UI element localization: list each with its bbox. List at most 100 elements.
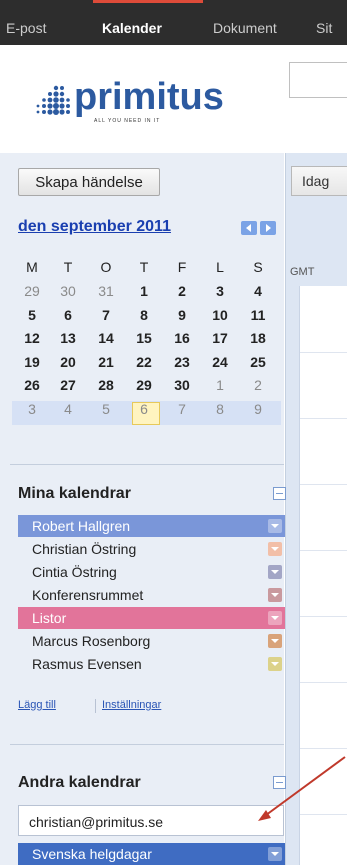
- mini-calendar-day[interactable]: 17: [208, 330, 232, 346]
- mini-calendar-day[interactable]: 1: [132, 283, 156, 299]
- calendar-item[interactable]: Christian Östring: [18, 538, 285, 560]
- calendar-item-label: Listor: [32, 610, 67, 626]
- mini-calendar-day[interactable]: 2: [170, 283, 194, 299]
- calendar-item-label: Christian Östring: [32, 541, 137, 557]
- search-input[interactable]: [289, 62, 347, 98]
- weekday-label: T: [139, 259, 149, 275]
- weekday-label: O: [100, 259, 112, 275]
- mini-calendar-day[interactable]: 2: [246, 377, 270, 393]
- mini-calendar-day[interactable]: 18: [246, 330, 270, 346]
- hour-line: [300, 616, 347, 617]
- calendar-item[interactable]: Svenska helgdagar: [18, 843, 285, 865]
- calendar-color-dropdown-icon[interactable]: [268, 634, 282, 648]
- calendar-color-dropdown-icon[interactable]: [268, 611, 282, 625]
- mini-calendar-day[interactable]: 7: [94, 307, 118, 323]
- mini-calendar-day[interactable]: 14: [94, 330, 118, 346]
- mini-calendar-day[interactable]: 19: [20, 354, 44, 370]
- mini-calendar-day[interactable]: 15: [132, 330, 156, 346]
- mini-calendar-day[interactable]: 27: [56, 377, 80, 393]
- calendar-color-dropdown-icon[interactable]: [268, 542, 282, 556]
- mini-calendar-day[interactable]: 10: [208, 307, 232, 323]
- mini-calendar-day[interactable]: 20: [56, 354, 80, 370]
- calendar-color-dropdown-icon[interactable]: [268, 657, 282, 671]
- mini-calendar-day[interactable]: 3: [208, 283, 232, 299]
- nav-documents[interactable]: Dokument: [213, 20, 277, 36]
- calendar-color-dropdown-icon[interactable]: [268, 565, 282, 579]
- mini-calendar-day[interactable]: 28: [94, 377, 118, 393]
- mini-calendar-day[interactable]: 21: [94, 354, 118, 370]
- mini-calendar-day[interactable]: 9: [246, 401, 270, 417]
- mini-calendar-day[interactable]: 31: [94, 283, 118, 299]
- mini-calendar-day[interactable]: 30: [56, 283, 80, 299]
- calendar-color-dropdown-icon[interactable]: [268, 588, 282, 602]
- calendar-item[interactable]: Cintia Östring: [18, 561, 285, 583]
- nav-sites[interactable]: Sit: [316, 20, 332, 36]
- day-grid-column[interactable]: [299, 286, 347, 865]
- mini-calendar-day[interactable]: 4: [246, 283, 270, 299]
- top-nav-bar: E-post Kalender Dokument Sit: [0, 0, 347, 45]
- divider: [10, 744, 284, 745]
- mini-calendar-day[interactable]: 24: [208, 354, 232, 370]
- create-event-button[interactable]: Skapa händelse: [18, 168, 160, 196]
- next-month-button[interactable]: [260, 221, 276, 235]
- mini-calendar-day[interactable]: 5: [94, 401, 118, 417]
- link-separator: [95, 699, 96, 713]
- mini-calendar-day[interactable]: 9: [170, 307, 194, 323]
- other-calendars-title[interactable]: Andra kalendrar: [18, 774, 141, 792]
- collapse-my-calendars-icon[interactable]: [273, 487, 286, 500]
- hour-line: [300, 814, 347, 815]
- hour-line: [300, 550, 347, 551]
- mini-calendar-day[interactable]: 11: [246, 307, 270, 323]
- hour-line: [300, 484, 347, 485]
- mini-calendar-day[interactable]: 25: [246, 354, 270, 370]
- hour-line: [300, 418, 347, 419]
- calendar-settings-link[interactable]: Inställningar: [102, 699, 161, 711]
- calendar-item[interactable]: Marcus Rosenborg: [18, 630, 285, 652]
- mini-calendar-day[interactable]: 29: [132, 377, 156, 393]
- mini-calendar-day[interactable]: 6: [132, 401, 156, 417]
- nav-email[interactable]: E-post: [6, 20, 46, 36]
- mini-calendar-day[interactable]: 8: [208, 401, 232, 417]
- add-colleague-calendar-input[interactable]: christian@primitus.se: [18, 805, 284, 836]
- chevron-right-icon: [266, 224, 271, 232]
- prev-month-button[interactable]: [241, 221, 257, 235]
- mini-calendar-day[interactable]: 3: [20, 401, 44, 417]
- calendar-item-label: Robert Hallgren: [32, 518, 131, 534]
- calendar-item[interactable]: Listor: [18, 607, 285, 629]
- calendar-item-label: Konferensrummet: [32, 587, 144, 603]
- calendar-item[interactable]: Konferensrummet: [18, 584, 285, 606]
- mini-calendar-day[interactable]: 22: [132, 354, 156, 370]
- mini-calendar-day[interactable]: 4: [56, 401, 80, 417]
- mini-calendar-day[interactable]: 30: [170, 377, 194, 393]
- mini-calendar-day[interactable]: 26: [20, 377, 44, 393]
- mini-calendar-day[interactable]: 1: [208, 377, 232, 393]
- mini-calendar-title[interactable]: den september 2011: [18, 218, 171, 236]
- add-calendar-link[interactable]: Lägg till: [18, 699, 56, 711]
- mini-calendar-day[interactable]: 7: [170, 401, 194, 417]
- calendar-color-dropdown-icon[interactable]: [268, 519, 282, 533]
- collapse-other-calendars-icon[interactable]: [273, 776, 286, 789]
- calendar-item-label: Marcus Rosenborg: [32, 633, 151, 649]
- divider: [10, 464, 284, 465]
- mini-calendar-day[interactable]: 8: [132, 307, 156, 323]
- calendar-item[interactable]: Rasmus Evensen: [18, 653, 285, 675]
- mini-calendar-day[interactable]: 16: [170, 330, 194, 346]
- my-calendars-title[interactable]: Mina kalendrar: [18, 485, 131, 503]
- nav-calendar[interactable]: Kalender: [102, 20, 162, 36]
- calendar-color-dropdown-icon[interactable]: [268, 847, 282, 861]
- weekday-label: F: [177, 259, 187, 275]
- primitus-logo[interactable]: primitus ALL YOU NEED IN IT: [34, 76, 244, 124]
- logo-dots-icon: [36, 85, 70, 115]
- mini-calendar-day[interactable]: 12: [20, 330, 44, 346]
- mini-calendar-day[interactable]: 23: [170, 354, 194, 370]
- mini-calendar-day[interactable]: 13: [56, 330, 80, 346]
- mini-calendar-day[interactable]: 29: [20, 283, 44, 299]
- today-button[interactable]: Idag: [291, 166, 347, 196]
- hour-line: [300, 682, 347, 683]
- calendar-item-label: Svenska helgdagar: [32, 846, 152, 862]
- logo-wordmark: primitus: [74, 76, 224, 118]
- calendar-item-label: Rasmus Evensen: [32, 656, 142, 672]
- mini-calendar-day[interactable]: 6: [56, 307, 80, 323]
- calendar-item[interactable]: Robert Hallgren: [18, 515, 285, 537]
- mini-calendar-day[interactable]: 5: [20, 307, 44, 323]
